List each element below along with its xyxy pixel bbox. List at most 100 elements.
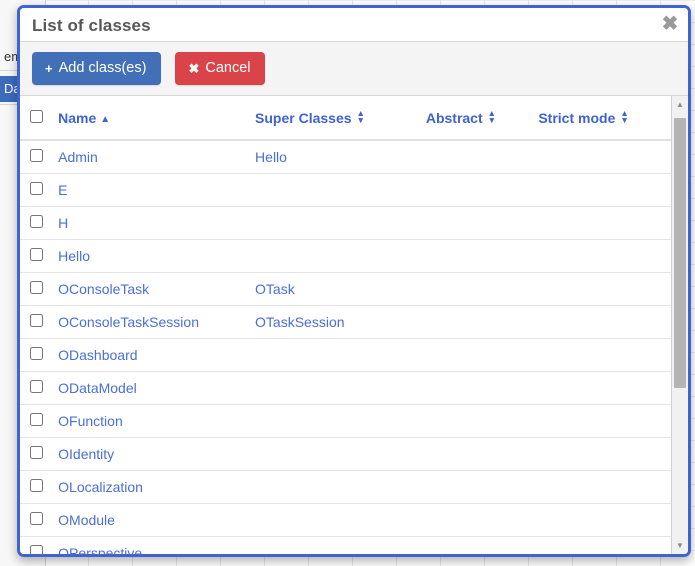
class-name-link[interactable]: Hello — [58, 248, 90, 264]
row-checkbox[interactable] — [30, 148, 43, 162]
table-row[interactable]: OLocalization — [20, 470, 671, 504]
strict-mode-cell — [532, 437, 671, 471]
row-checkbox[interactable] — [30, 445, 43, 459]
row-checkbox[interactable] — [30, 412, 43, 426]
class-name-link[interactable]: OIdentity — [58, 446, 114, 462]
vertical-scrollbar[interactable]: ▲ ▼ — [671, 96, 688, 554]
super-class-link[interactable]: OTask — [255, 281, 295, 297]
table-row[interactable]: H — [20, 206, 671, 240]
add-classes-button[interactable]: + Add class(es) — [32, 51, 162, 86]
row-select-cell — [20, 371, 53, 405]
strict-mode-cell — [532, 371, 671, 405]
class-name-link[interactable]: OPerspective — [58, 545, 142, 555]
abstract-cell — [419, 206, 533, 240]
table-header: Name ▲ Super Classes ▲ ▼ Abstract ▲ ▼ Strict … — [20, 96, 671, 141]
row-select-cell — [20, 173, 53, 207]
strict-mode-cell — [532, 305, 671, 339]
super-classes-cell — [249, 503, 420, 537]
table-row[interactable]: E — [20, 173, 671, 207]
row-checkbox[interactable] — [30, 280, 43, 294]
abstract-cell — [419, 371, 533, 405]
row-checkbox[interactable] — [30, 346, 43, 360]
table-row[interactable]: OPerspective — [20, 536, 671, 554]
class-name-link[interactable]: Admin — [58, 149, 98, 165]
super-class-link[interactable]: Hello — [255, 149, 287, 165]
abstract-cell — [419, 503, 533, 537]
strict-mode-cell — [532, 503, 671, 537]
scroll-down-arrow-icon[interactable]: ▼ — [672, 537, 688, 554]
super-classes-cell — [249, 206, 420, 240]
table-row[interactable]: OModule — [20, 503, 671, 537]
table-row[interactable]: ODashboard — [20, 338, 671, 372]
class-name-link[interactable]: OModule — [58, 512, 115, 528]
abstract-cell — [419, 470, 533, 504]
super-classes-cell — [249, 437, 420, 471]
super-class-link[interactable]: OTaskSession — [255, 314, 344, 330]
select-all-checkbox[interactable] — [30, 109, 43, 123]
row-checkbox[interactable] — [30, 511, 43, 525]
abstract-cell — [419, 437, 533, 471]
row-checkbox[interactable] — [30, 247, 43, 261]
cancel-button[interactable]: ✖ Cancel — [175, 51, 266, 86]
table-scroll-region: Name ▲ Super Classes ▲ ▼ Abstract ▲ ▼ Strict … — [20, 96, 688, 554]
class-name-link[interactable]: E — [58, 182, 67, 198]
add-classes-button-label: Add class(es) — [58, 59, 147, 76]
class-name-cell: ODashboard — [52, 338, 250, 372]
class-name-link[interactable]: OConsoleTask — [58, 281, 149, 297]
table-row[interactable]: OIdentity — [20, 437, 671, 471]
class-name-cell: OFunction — [52, 404, 250, 438]
column-header-strict-mode[interactable]: Strict mode ▲ ▼ — [532, 96, 671, 141]
row-select-cell — [20, 272, 53, 306]
table-row[interactable]: ODataModel — [20, 371, 671, 405]
table-row[interactable]: OFunction — [20, 404, 671, 438]
close-icon[interactable]: ✖ — [659, 13, 681, 35]
table-row[interactable]: Hello — [20, 239, 671, 273]
scroll-up-arrow-icon[interactable]: ▲ — [672, 96, 688, 113]
column-header-name[interactable]: Name ▲ — [52, 96, 250, 141]
row-select-cell — [20, 338, 53, 372]
column-header-abstract-label: Abstract — [425, 109, 483, 126]
class-name-link[interactable]: ODataModel — [58, 380, 137, 396]
table-row[interactable]: Admin Hello — [20, 140, 671, 174]
list-of-classes-modal: List of classes ✖ + Add class(es) ✖ Canc… — [17, 5, 691, 557]
class-name-cell: OIdentity — [52, 437, 250, 471]
class-name-link[interactable]: H — [58, 215, 68, 231]
column-header-abstract[interactable]: Abstract ▲ ▼ — [419, 96, 533, 141]
class-name-cell: E — [52, 173, 250, 207]
class-name-link[interactable]: OFunction — [58, 413, 123, 429]
abstract-cell — [419, 239, 533, 273]
class-name-link[interactable]: ODashboard — [58, 347, 137, 363]
class-name-link[interactable]: OConsoleTaskSession — [58, 314, 199, 330]
abstract-cell — [419, 404, 533, 438]
row-checkbox[interactable] — [30, 214, 43, 228]
scrollbar-thumb[interactable] — [674, 118, 686, 388]
super-classes-cell: OTask — [249, 272, 420, 306]
super-classes-cell — [249, 239, 420, 273]
strict-mode-cell — [532, 536, 671, 554]
column-header-super-classes[interactable]: Super Classes ▲ ▼ — [249, 96, 420, 141]
modal-body: + Add class(es) ✖ Cancel Name ▲ Super Cl… — [20, 41, 688, 554]
row-select-cell — [20, 503, 53, 537]
strict-mode-cell — [532, 206, 671, 240]
row-checkbox[interactable] — [30, 379, 43, 393]
table-row[interactable]: OConsoleTaskSession OTaskSession — [20, 305, 671, 339]
super-classes-cell: OTaskSession — [249, 305, 420, 339]
row-checkbox[interactable] — [30, 181, 43, 195]
class-name-cell: Hello — [52, 239, 250, 273]
row-select-cell — [20, 470, 53, 504]
row-select-cell — [20, 305, 53, 339]
select-all-header — [20, 96, 53, 141]
row-select-cell — [20, 206, 53, 240]
sort-toggle-icon: ▲ ▼ — [620, 107, 629, 125]
sort-ascending-icon: ▲ — [100, 113, 111, 125]
row-checkbox[interactable] — [30, 544, 43, 554]
row-select-cell — [20, 536, 53, 554]
class-name-link[interactable]: OLocalization — [58, 479, 143, 495]
column-header-name-label: Name — [58, 109, 97, 126]
table-row[interactable]: OConsoleTask OTask — [20, 272, 671, 306]
row-checkbox[interactable] — [30, 313, 43, 327]
plus-icon: + — [45, 60, 53, 76]
class-name-cell: OModule — [52, 503, 250, 537]
row-checkbox[interactable] — [30, 478, 43, 492]
strict-mode-cell — [532, 404, 671, 438]
